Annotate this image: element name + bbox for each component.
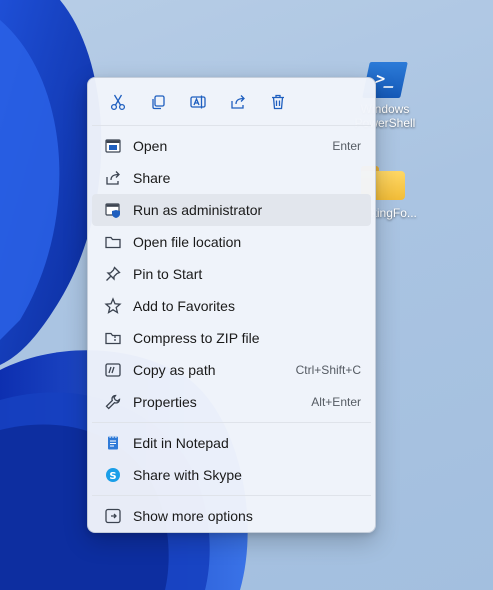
menu-item-label: Edit in Notepad <box>133 435 229 451</box>
delete-icon <box>272 94 284 109</box>
context-menu-toolbar <box>88 78 375 125</box>
skype-icon: S <box>106 468 120 482</box>
menu-item-label: Compress to ZIP file <box>133 330 260 346</box>
menu-item-shortcut: Ctrl+Shift+C <box>295 363 361 377</box>
menu-primary-group: Open Enter Share Run as administrator Op… <box>88 126 375 422</box>
menu-item-edit-in-notepad[interactable]: Edit in Notepad <box>92 427 371 459</box>
menu-item-open[interactable]: Open Enter <box>92 130 371 162</box>
rename-button[interactable] <box>178 84 218 120</box>
menu-item-share-with-skype[interactable]: S Share with Skype <box>92 459 371 491</box>
rename-icon <box>190 95 206 108</box>
menu-item-show-more-options[interactable]: Show more options <box>92 500 371 532</box>
menu-item-share[interactable]: Share <box>92 162 371 194</box>
delete-button[interactable] <box>258 84 298 120</box>
context-menu: Open Enter Share Run as administrator Op… <box>87 77 376 533</box>
pin-icon <box>106 266 121 281</box>
menu-item-copy-as-path[interactable]: Copy as path Ctrl+Shift+C <box>92 354 371 386</box>
menu-item-label: Open <box>133 138 168 154</box>
menu-item-label: Properties <box>133 394 197 410</box>
menu-item-run-as-administrator[interactable]: Run as administrator <box>92 194 371 226</box>
menu-item-compress-to-zip[interactable]: Compress to ZIP file <box>92 322 371 354</box>
menu-item-label: Share <box>133 170 171 186</box>
menu-more-group: Show more options <box>88 496 375 536</box>
menu-item-label: Show more options <box>133 508 253 524</box>
menu-item-pin-to-start[interactable]: Pin to Start <box>92 258 371 290</box>
menu-apps-group: Edit in Notepad S Share with Skype <box>88 423 375 495</box>
wrench-icon <box>105 394 121 410</box>
admin-shield-icon <box>105 203 120 218</box>
share-icon <box>231 94 245 109</box>
menu-item-open-file-location[interactable]: Open file location <box>92 226 371 258</box>
menu-item-label: Add to Favorites <box>133 298 235 314</box>
menu-item-label: Run as administrator <box>133 202 263 218</box>
share-button[interactable] <box>218 84 258 120</box>
star-icon <box>104 297 122 314</box>
menu-item-add-to-favorites[interactable]: Add to Favorites <box>92 290 371 322</box>
notepad-icon <box>108 435 118 450</box>
copy-path-icon <box>105 363 121 377</box>
cut-icon <box>110 94 126 110</box>
menu-item-label: Share with Skype <box>133 467 242 483</box>
more-options-icon <box>105 508 121 524</box>
menu-item-label: Pin to Start <box>133 266 203 282</box>
cut-button[interactable] <box>98 84 138 120</box>
copy-button[interactable] <box>138 84 178 120</box>
copy-icon <box>152 94 165 109</box>
menu-item-shortcut: Enter <box>332 139 361 153</box>
menu-item-properties[interactable]: Properties Alt+Enter <box>92 386 371 418</box>
zip-icon <box>105 332 121 345</box>
share-icon <box>106 171 120 185</box>
menu-item-shortcut: Alt+Enter <box>311 395 361 409</box>
open-app-icon <box>105 139 121 153</box>
svg-text:S: S <box>109 471 116 482</box>
menu-item-label: Open file location <box>133 234 242 250</box>
folder-outline-icon <box>105 236 121 249</box>
menu-item-label: Copy as path <box>133 362 216 378</box>
